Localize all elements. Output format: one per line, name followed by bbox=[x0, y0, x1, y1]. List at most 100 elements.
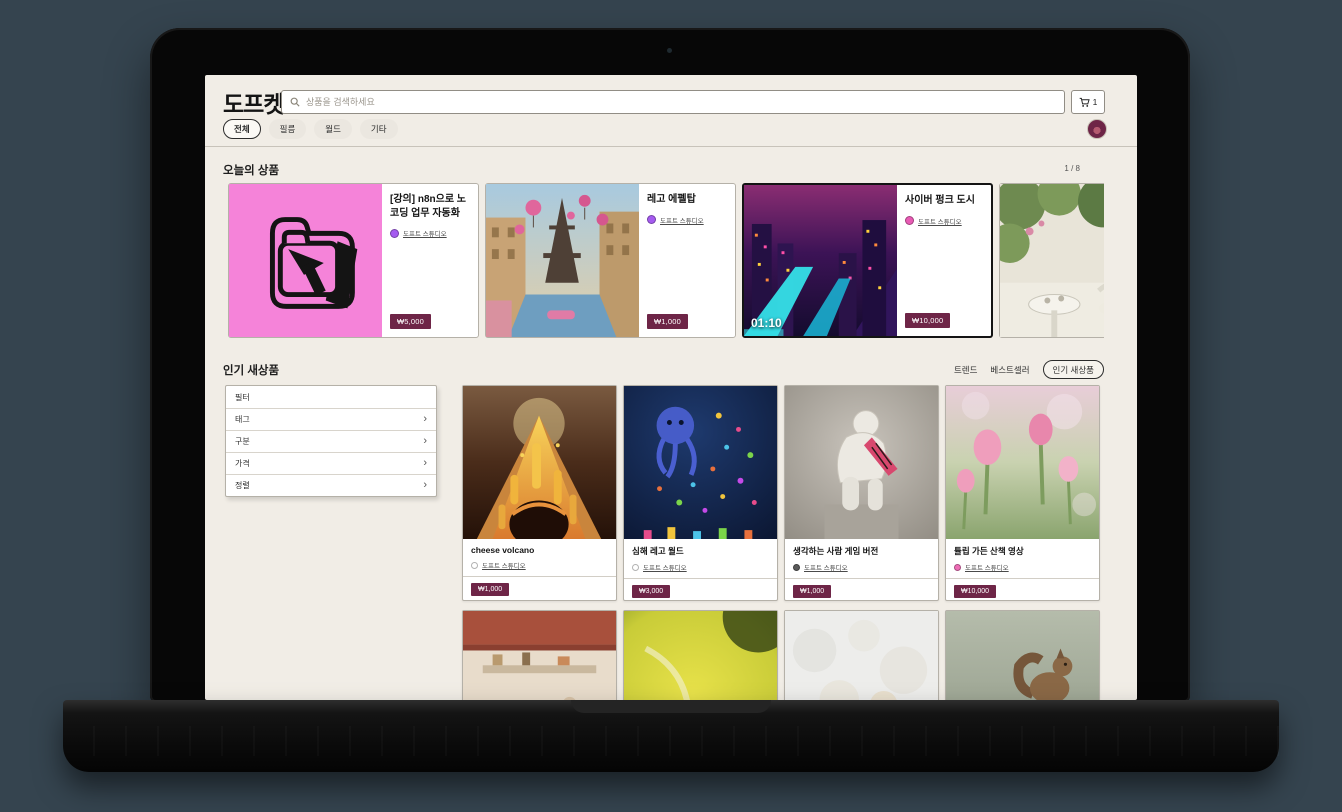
thinker-sculpture-image bbox=[785, 386, 938, 539]
seller-row[interactable]: 도프트 스튜디오 bbox=[471, 560, 608, 570]
cart-button[interactable]: 1 bbox=[1071, 90, 1105, 114]
pill-film[interactable]: 필름 bbox=[269, 119, 307, 139]
grid-card-partial-2[interactable] bbox=[623, 610, 778, 700]
cyberpunk-city-image: 01:10 bbox=[744, 185, 897, 336]
product-title: 튤립 가든 산책 영상 bbox=[954, 545, 1091, 557]
laptop-base bbox=[63, 700, 1279, 772]
featured-card-info: 레고 에펠탑 도프트 스튜디오 ₩1,000 bbox=[639, 184, 735, 337]
product-title: [강의] n8n으로 노코딩 업무 자동화 bbox=[390, 193, 470, 220]
seller-dot bbox=[471, 562, 478, 569]
product-title: 사이버 펑크 도시 bbox=[905, 194, 983, 208]
seller-name[interactable]: 도프트 스튜디오 bbox=[918, 216, 962, 226]
price-badge: ₩10,000 bbox=[905, 313, 950, 328]
today-section-title: 오늘의 상품 bbox=[223, 162, 279, 178]
price-badge: ₩1,000 bbox=[793, 585, 831, 598]
app-screen: 도프켓 1 전체 필름 월드 기타 오늘의 상품 1 / 8 bbox=[205, 75, 1137, 700]
webcam-dot bbox=[667, 48, 672, 53]
grid-card-cheese-volcano[interactable]: cheese volcano 도프트 스튜디오 ₩1,000 bbox=[462, 385, 617, 601]
white-bokeh-image bbox=[785, 611, 938, 700]
pill-world[interactable]: 월드 bbox=[314, 119, 352, 139]
grid-card-deep-sea-lego[interactable]: 심해 레고 월드 도프트 스튜디오 ₩3,000 bbox=[623, 385, 778, 601]
app-logo: 도프켓 bbox=[223, 85, 283, 119]
search-input[interactable] bbox=[306, 97, 1056, 107]
product-grid-row-1: cheese volcano 도프트 스튜디오 ₩1,000 bbox=[462, 385, 1100, 601]
seller-row[interactable]: 도프트 스튜디오 bbox=[390, 228, 470, 238]
product-title: cheese volcano bbox=[471, 545, 608, 555]
deep-sea-lego-image bbox=[624, 386, 777, 539]
grid-card-partial-1[interactable] bbox=[462, 610, 617, 700]
folder-cursor-image bbox=[229, 184, 382, 337]
grid-card-info: 심해 레고 월드 도프트 스튜디오 ₩3,000 bbox=[624, 539, 777, 598]
user-avatar[interactable] bbox=[1087, 119, 1107, 139]
featured-card-info: [강의] n8n으로 노코딩 업무 자동화 도프트 스튜디오 ₩5,000 bbox=[382, 184, 478, 337]
product-title: 심해 레고 월드 bbox=[632, 545, 769, 557]
pill-etc[interactable]: 기타 bbox=[360, 119, 398, 139]
featured-card-n8n[interactable]: [강의] n8n으로 노코딩 업무 자동화 도프트 스튜디오 ₩5,000 bbox=[228, 183, 479, 338]
featured-card-cyberpunk[interactable]: 01:10 사이버 펑크 도시 도프트 스튜디오 ₩10,000 bbox=[742, 183, 993, 338]
chevron-right-icon: › bbox=[423, 480, 427, 491]
product-title: 레고 에펠탑 bbox=[647, 193, 727, 207]
tab-popular-new[interactable]: 인기 새상품 bbox=[1043, 360, 1104, 379]
price-badge: ₩3,000 bbox=[632, 585, 670, 598]
tab-trend[interactable]: 트렌드 bbox=[954, 364, 977, 376]
featured-card-eiffel[interactable]: 레고 에펠탑 도프트 스튜디오 ₩1,000 bbox=[485, 183, 736, 338]
card-divider bbox=[463, 576, 616, 577]
seller-dot bbox=[793, 564, 800, 571]
eiffel-tower-image bbox=[486, 184, 639, 337]
seller-name[interactable]: 도프트 스튜디오 bbox=[660, 215, 704, 225]
grid-card-partial-4[interactable] bbox=[945, 610, 1100, 700]
filter-item-sort[interactable]: 정렬 › bbox=[226, 474, 436, 496]
chevron-right-icon: › bbox=[423, 458, 427, 469]
seller-dot bbox=[632, 564, 639, 571]
seller-row[interactable]: 도프트 스튜디오 bbox=[954, 562, 1091, 572]
seller-name[interactable]: 도프트 스튜디오 bbox=[482, 560, 526, 570]
seller-dot bbox=[647, 215, 656, 224]
search-icon bbox=[290, 97, 300, 107]
seller-name[interactable]: 도프트 스튜디오 bbox=[643, 562, 687, 572]
carousel-pagination: 1 / 8 bbox=[1064, 164, 1080, 173]
grid-card-info: 튤립 가든 산책 영상 도프트 스튜디오 ₩10,000 bbox=[946, 539, 1099, 598]
cart-count: 1 bbox=[1093, 97, 1098, 107]
filter-header: 필터 bbox=[226, 386, 436, 408]
grid-card-tulip-garden[interactable]: 튤립 가든 산책 영상 도프트 스튜디오 ₩10,000 bbox=[945, 385, 1100, 601]
popular-tabs: 트렌드 베스트셀러 인기 새상품 bbox=[954, 360, 1104, 379]
seller-row[interactable]: 도프트 스튜디오 bbox=[632, 562, 769, 572]
yellow-ball-macro-image bbox=[624, 611, 777, 700]
chevron-right-icon: › bbox=[423, 414, 427, 425]
header-divider bbox=[205, 146, 1137, 147]
seller-row[interactable]: 도프트 스튜디오 bbox=[905, 216, 983, 226]
filter-item-type[interactable]: 구분 › bbox=[226, 430, 436, 452]
video-duration: 01:10 bbox=[751, 316, 782, 330]
price-badge: ₩10,000 bbox=[954, 585, 996, 598]
grid-card-info: cheese volcano 도프트 스튜디오 ₩1,000 bbox=[463, 539, 616, 596]
cheese-volcano-image bbox=[463, 386, 616, 539]
price-badge: ₩1,000 bbox=[647, 314, 688, 329]
search-bar[interactable] bbox=[281, 90, 1065, 114]
squirrel-sculpture-image bbox=[946, 611, 1099, 700]
chevron-right-icon: › bbox=[423, 436, 427, 447]
interior-room-image bbox=[463, 611, 616, 700]
laptop-bezel: 도프켓 1 전체 필름 월드 기타 오늘의 상품 1 / 8 bbox=[150, 28, 1190, 702]
grid-card-thinker[interactable]: 생각하는 사람 게임 버전 도프트 스튜디오 ₩1,000 bbox=[784, 385, 939, 601]
seller-row[interactable]: 도프트 스튜디오 bbox=[647, 215, 727, 225]
seller-name[interactable]: 도프트 스튜디오 bbox=[403, 228, 447, 238]
tulip-garden-image bbox=[946, 386, 1099, 539]
laptop-lid-notch bbox=[571, 700, 771, 713]
pill-all[interactable]: 전체 bbox=[223, 119, 261, 139]
seller-row[interactable]: 도프트 스튜디오 bbox=[793, 562, 930, 572]
featured-card-partial[interactable] bbox=[999, 183, 1104, 338]
featured-card-info: 사이버 펑크 도시 도프트 스튜디오 ₩10,000 bbox=[897, 185, 991, 336]
filter-item-price[interactable]: 가격 › bbox=[226, 452, 436, 474]
cart-icon bbox=[1079, 97, 1090, 108]
card-divider bbox=[624, 578, 777, 579]
price-badge: ₩1,000 bbox=[471, 583, 509, 596]
garden-terrace-image bbox=[1000, 184, 1104, 337]
tab-bestseller[interactable]: 베스트셀러 bbox=[990, 364, 1029, 376]
filter-item-tag[interactable]: 태그 › bbox=[226, 408, 436, 430]
card-divider bbox=[785, 578, 938, 579]
filter-panel: 필터 태그 › 구분 › 가격 › 정렬 › bbox=[225, 385, 437, 497]
price-badge: ₩5,000 bbox=[390, 314, 431, 329]
grid-card-partial-3[interactable] bbox=[784, 610, 939, 700]
seller-name[interactable]: 도프트 스튜디오 bbox=[804, 562, 848, 572]
seller-name[interactable]: 도프트 스튜디오 bbox=[965, 562, 1009, 572]
